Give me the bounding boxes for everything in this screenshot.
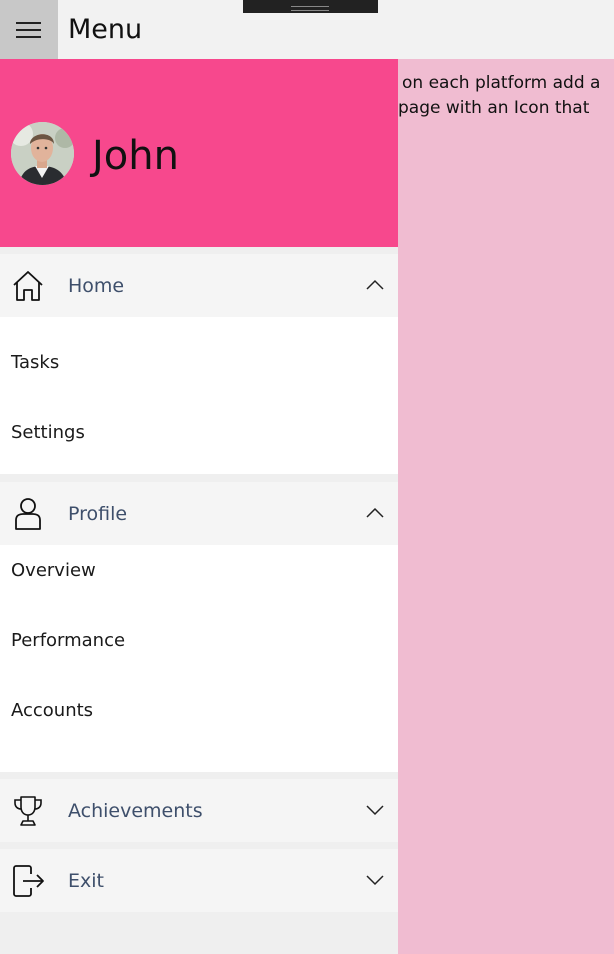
chevron-down-icon	[366, 805, 384, 816]
home-items: Tasks Settings	[0, 317, 398, 474]
nav-group-profile[interactable]: Profile	[0, 482, 398, 545]
trophy-icon	[14, 796, 42, 826]
nav-item-accounts[interactable]: Accounts	[0, 691, 398, 731]
navigation-drawer: John Home Tasks Settings Profile Overvie…	[0, 59, 398, 954]
nav-group-label: Home	[68, 275, 125, 297]
nav-item-performance[interactable]: Performance	[0, 621, 398, 661]
nav-item-tasks[interactable]: Tasks	[0, 343, 398, 383]
nav-group-achievements[interactable]: Achievements	[0, 779, 398, 842]
detail-text: on each platform add a page with an Icon…	[398, 71, 614, 121]
user-photo	[11, 122, 74, 185]
nav-item-settings[interactable]: Settings	[0, 413, 398, 453]
profile-items: Overview Performance Accounts	[0, 545, 398, 772]
chevron-up-icon	[366, 279, 384, 290]
nav-group-home[interactable]: Home	[0, 254, 398, 317]
home-icon	[13, 271, 43, 301]
hamburger-menu-button[interactable]	[0, 0, 58, 59]
page-title: Menu	[68, 14, 143, 45]
chevron-down-icon	[366, 875, 384, 886]
nav-item-label: Performance	[11, 630, 126, 651]
avatar[interactable]	[11, 122, 74, 185]
nav-group-exit[interactable]: Exit	[0, 849, 398, 912]
detail-text-line-2: page with an Icon that	[398, 98, 590, 118]
nav-item-label: Settings	[11, 422, 85, 443]
title-bar: Menu	[0, 0, 614, 59]
window-drag-handle[interactable]	[243, 0, 378, 13]
chevron-up-icon	[366, 507, 384, 518]
hamburger-icon	[16, 22, 41, 38]
profile-header: John	[0, 59, 398, 247]
nav-item-label: Tasks	[11, 352, 60, 373]
detail-content-pane: on each platform add a page with an Icon…	[398, 59, 614, 954]
person-icon	[15, 498, 41, 530]
exit-icon	[13, 865, 44, 897]
nav-group-label: Exit	[68, 870, 104, 892]
nav-group-label: Profile	[68, 503, 128, 525]
nav-item-overview[interactable]: Overview	[0, 551, 398, 591]
nav-item-label: Overview	[11, 560, 96, 581]
nav-item-label: Accounts	[11, 700, 94, 721]
detail-text-line-1: on each platform add a	[402, 73, 601, 93]
user-name: John	[92, 133, 179, 179]
nav-group-label: Achievements	[68, 800, 203, 822]
